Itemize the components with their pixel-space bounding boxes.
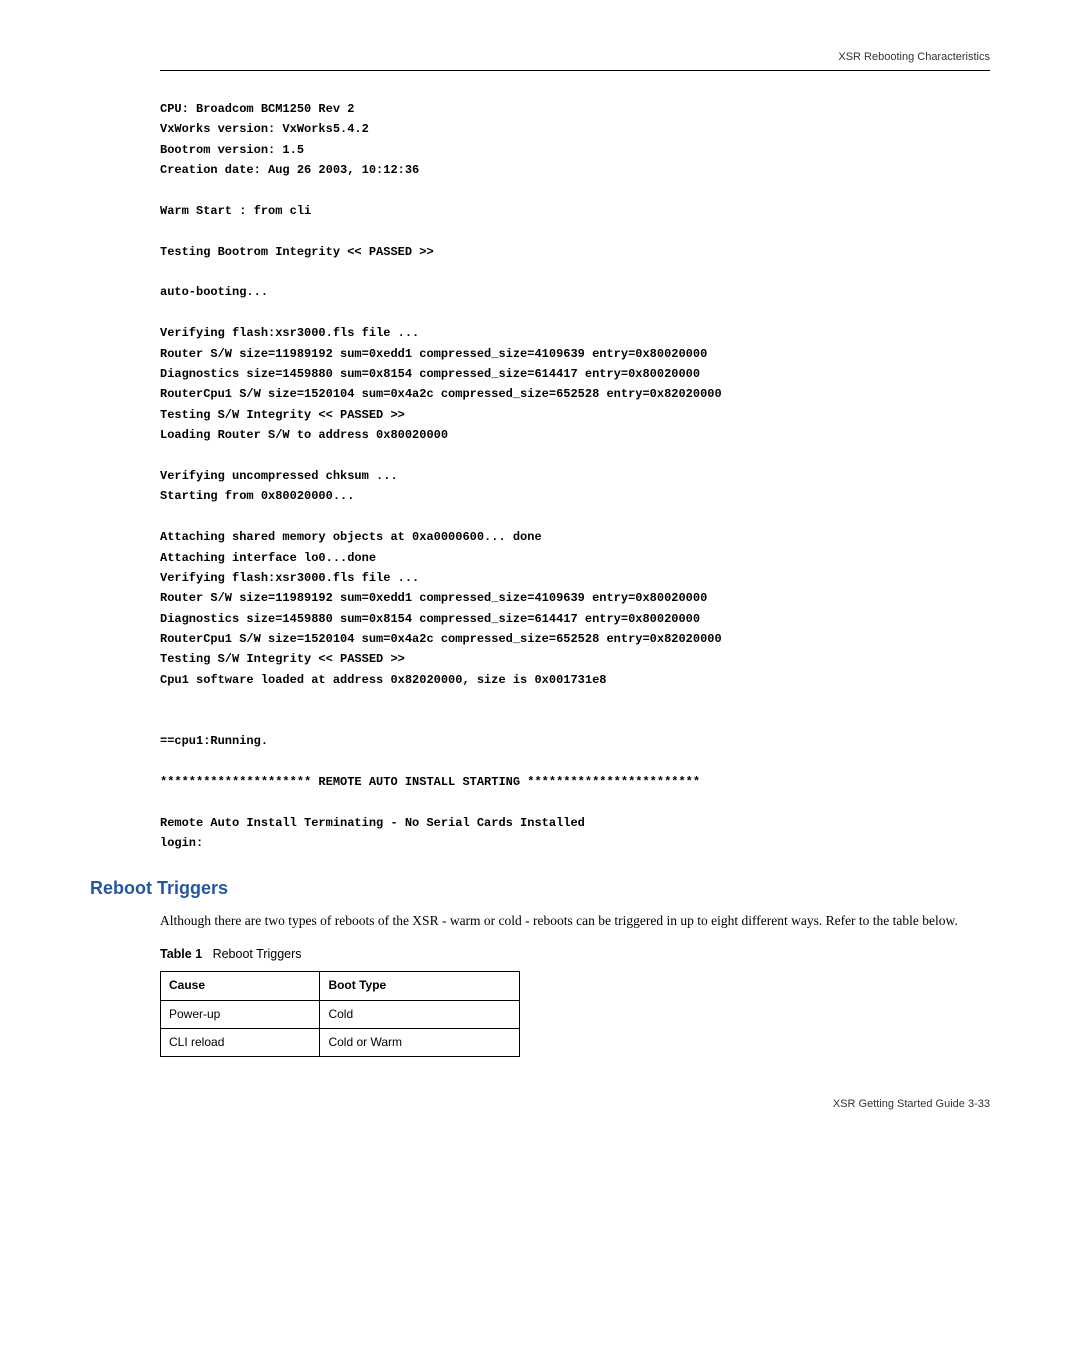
table-cell: Cold or Warm <box>320 1028 520 1056</box>
running-header: XSR Rebooting Characteristics <box>160 50 990 71</box>
table-caption: Table 1 Reboot Triggers <box>160 945 990 963</box>
table-header-boot-type: Boot Type <box>320 972 520 1000</box>
table-cell: CLI reload <box>161 1028 320 1056</box>
reboot-triggers-table: Cause Boot Type Power-up Cold CLI reload… <box>160 971 520 1057</box>
table-caption-text: Reboot Triggers <box>213 947 302 961</box>
table-caption-label: Table 1 <box>160 947 202 961</box>
table-row: Power-up Cold <box>161 1000 520 1028</box>
section-heading: Reboot Triggers <box>90 875 990 901</box>
table-cell: Cold <box>320 1000 520 1028</box>
table-row: CLI reload Cold or Warm <box>161 1028 520 1056</box>
table-header-row: Cause Boot Type <box>161 972 520 1000</box>
page-footer: XSR Getting Started Guide 3-33 <box>160 1097 990 1113</box>
terminal-output: CPU: Broadcom BCM1250 Rev 2 VxWorks vers… <box>160 99 990 853</box>
table-cell: Power-up <box>161 1000 320 1028</box>
body-paragraph: Although there are two types of reboots … <box>160 911 990 931</box>
table-header-cause: Cause <box>161 972 320 1000</box>
